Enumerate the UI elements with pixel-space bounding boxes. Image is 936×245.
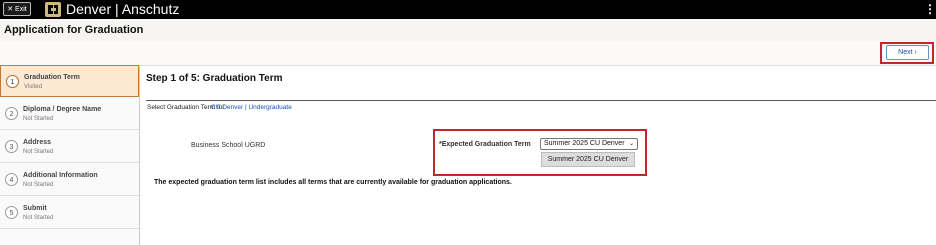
step-number: 1 xyxy=(6,75,19,88)
step-number: 4 xyxy=(5,173,18,186)
program-name: Business School UGRD xyxy=(191,142,266,149)
expected-graduation-term-label: *Expected Graduation Term xyxy=(439,141,531,148)
chevron-down-icon: ⌄ xyxy=(628,141,634,147)
step-status: Not Started xyxy=(23,182,54,188)
selected-term-value: Summer 2025 CU Denver xyxy=(544,140,625,147)
expected-graduation-term-select[interactable]: Summer 2025 CU Denver ⌄ xyxy=(540,138,638,150)
term-option[interactable]: Summer 2025 CU Denver xyxy=(541,152,635,167)
step-status: Not Started xyxy=(23,149,54,155)
step-number: 2 xyxy=(5,107,18,120)
kebab-menu-icon[interactable]: ⋮ xyxy=(924,2,936,16)
step-sidebar: 1 Graduation Term Visited 2 Diploma / De… xyxy=(0,65,140,245)
step-number: 3 xyxy=(5,140,18,153)
step-additional-information[interactable]: 4 Additional Information Not Started xyxy=(0,164,139,196)
page-title: Application for Graduation xyxy=(4,24,144,36)
step-status: Visited xyxy=(24,84,42,90)
step-diploma-degree-name[interactable]: 2 Diploma / Degree Name Not Started xyxy=(0,98,139,130)
step-label: Additional Information xyxy=(23,172,98,179)
title-bar: Application for Graduation xyxy=(0,19,936,42)
info-note: The expected graduation term list includ… xyxy=(154,179,512,186)
career-link[interactable]: CU Denver | Undergraduate xyxy=(211,104,292,111)
brand-name: Denver | Anschutz xyxy=(66,1,180,17)
step-label: Diploma / Degree Name xyxy=(23,106,102,113)
cu-logo-icon xyxy=(45,2,61,17)
step-title: Step 1 of 5: Graduation Term xyxy=(146,73,283,84)
step-status: Not Started xyxy=(23,116,54,122)
step-status: Not Started xyxy=(23,215,54,221)
exit-button[interactable]: ✕ Exit xyxy=(3,2,31,16)
divider xyxy=(146,100,936,101)
step-label: Graduation Term xyxy=(24,74,80,81)
step-label: Submit xyxy=(23,205,47,212)
step-submit[interactable]: 5 Submit Not Started xyxy=(0,197,139,229)
step-graduation-term[interactable]: 1 Graduation Term Visited xyxy=(0,65,139,97)
step-label: Address xyxy=(23,139,52,146)
top-bar: ✕ Exit Denver | Anschutz ⋮ xyxy=(0,0,936,19)
next-button[interactable]: Next › xyxy=(886,45,929,60)
step-number: 5 xyxy=(5,206,18,219)
nav-bar xyxy=(0,41,936,66)
step-address[interactable]: 3 Address Not Started xyxy=(0,131,139,163)
